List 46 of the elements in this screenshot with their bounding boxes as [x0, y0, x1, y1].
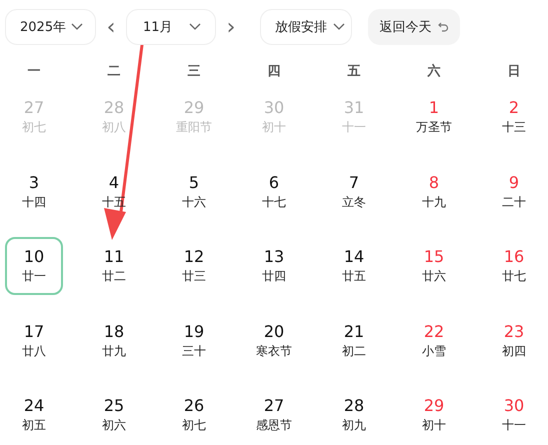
day-cell[interactable]: 9 二十 [485, 162, 543, 220]
undo-icon [438, 22, 448, 32]
day-cell[interactable]: 14 廿五 [325, 237, 383, 295]
weekday-label: 三 [186, 63, 202, 80]
weekday-label: 五 [346, 63, 362, 80]
weekday-label: 四 [266, 63, 282, 80]
day-cell[interactable]: 18 廿九 [85, 312, 143, 370]
day-cell[interactable]: 13 廿四 [245, 237, 303, 295]
day-cell[interactable]: 24 初五 [5, 386, 63, 444]
day-cell[interactable]: 30 十一 [485, 386, 543, 444]
day-cell[interactable]: 26 初七 [165, 386, 223, 444]
day-cell[interactable]: 11 廿二 [85, 237, 143, 295]
next-month-button[interactable]: › [216, 9, 246, 45]
weekday-label: 一 [26, 63, 42, 80]
day-cell[interactable]: 17 廿八 [5, 312, 63, 370]
holiday-dropdown[interactable]: 放假安排 [260, 9, 352, 45]
previous-month-button[interactable]: ‹ [96, 9, 126, 45]
day-cell[interactable]: 22 小雪 [405, 312, 463, 370]
day-cell[interactable]: 20 寒衣节 [245, 312, 303, 370]
day-cell[interactable]: 19 三十 [165, 312, 223, 370]
day-cell[interactable]: 6 十七 [245, 162, 303, 220]
month-dropdown[interactable]: 11月 [126, 9, 216, 45]
day-cell[interactable]: 29 初十 [405, 386, 463, 444]
day-cell[interactable]: 1 万圣节 [405, 88, 463, 146]
chevron-down-icon [333, 23, 345, 31]
weekday-label: 六 [426, 62, 442, 80]
year-dropdown[interactable]: 2025年 [5, 9, 96, 45]
day-cell[interactable]: 16 廿七 [485, 237, 543, 295]
day-cell[interactable]: 2 十三 [485, 88, 543, 146]
day-cell[interactable]: 3 十四 [5, 162, 63, 220]
day-cell[interactable]: 21 初二 [325, 312, 383, 370]
weekday-label: 二 [106, 63, 122, 80]
day-cell[interactable]: 15 廿六 [405, 237, 463, 295]
today-button[interactable]: 返回今天 [368, 9, 460, 45]
chevron-down-icon [189, 23, 201, 31]
day-cell[interactable]: 28 初九 [325, 386, 383, 444]
day-cell[interactable]: 25 初六 [85, 386, 143, 444]
day-cell[interactable]: 10 廿一 [5, 237, 63, 295]
day-cell[interactable]: 7 立冬 [325, 162, 383, 220]
day-cell[interactable]: 27 感恩节 [245, 386, 303, 444]
day-cell[interactable]: 5 十六 [165, 162, 223, 220]
day-cell[interactable]: 23 初四 [485, 312, 543, 370]
chevron-down-icon [71, 23, 83, 31]
day-cell[interactable]: 8 十九 [405, 162, 463, 220]
weekday-label: 日 [506, 63, 522, 80]
day-cell[interactable]: 12 廿三 [165, 237, 223, 295]
